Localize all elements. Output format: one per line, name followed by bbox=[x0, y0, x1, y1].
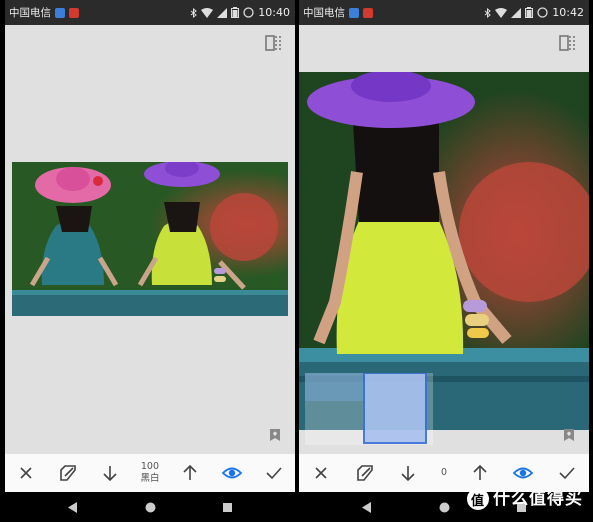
cancel-icon[interactable] bbox=[310, 462, 332, 484]
notification-icon bbox=[363, 7, 373, 18]
eye-icon[interactable] bbox=[512, 462, 534, 484]
signal-icon bbox=[511, 7, 522, 18]
up-arrow-icon[interactable] bbox=[179, 462, 201, 484]
carrier-label: 中国电信 bbox=[9, 7, 51, 19]
data-saver-icon bbox=[537, 7, 548, 18]
home-icon[interactable] bbox=[439, 502, 450, 513]
status-bar: 中国电信 10:40 bbox=[5, 0, 295, 25]
watermark-text: 什么值得买 bbox=[493, 489, 583, 509]
bluetooth-icon bbox=[484, 7, 492, 18]
effect-value-label: 黑白 bbox=[140, 473, 160, 484]
phone-screenshot-left: 中国电信 10:40 100 黑白 bbox=[5, 0, 295, 522]
back-icon[interactable] bbox=[68, 501, 78, 513]
snapseed-editor: 0 bbox=[299, 25, 589, 492]
mask-selection-overlay[interactable] bbox=[305, 373, 433, 445]
status-bar: 中国电信 10:42 bbox=[299, 0, 589, 25]
watermark-logo: 值 bbox=[467, 488, 489, 510]
phone-screenshot-right: 中国电信 10:42 0 值 什么值得买 bbox=[299, 0, 589, 522]
check-icon[interactable] bbox=[263, 462, 285, 484]
effect-value-number: 100 bbox=[140, 461, 160, 472]
brush-icon[interactable] bbox=[354, 462, 376, 484]
battery-icon bbox=[231, 7, 240, 18]
home-icon[interactable] bbox=[145, 502, 156, 513]
notification-icon bbox=[69, 7, 79, 18]
check-icon[interactable] bbox=[556, 462, 578, 484]
effect-value: 100 黑白 bbox=[140, 461, 159, 485]
eye-icon[interactable] bbox=[221, 462, 243, 484]
brush-icon[interactable] bbox=[57, 462, 79, 484]
carrier-label: 中国电信 bbox=[303, 7, 345, 19]
signal-icon bbox=[217, 7, 228, 18]
watermark: 值什么值得买 bbox=[467, 484, 583, 510]
bookmark-icon[interactable] bbox=[269, 428, 281, 442]
bottom-toolbar: 100 黑白 bbox=[5, 454, 295, 492]
cancel-icon[interactable] bbox=[15, 462, 37, 484]
data-saver-icon bbox=[243, 7, 254, 18]
snapseed-editor: 100 黑白 bbox=[5, 25, 295, 492]
compare-icon[interactable] bbox=[265, 34, 285, 52]
wifi-icon bbox=[495, 7, 508, 18]
android-nav-bar bbox=[5, 492, 295, 522]
battery-icon bbox=[525, 7, 534, 18]
edited-photo[interactable] bbox=[12, 162, 288, 316]
clock: 10:40 bbox=[258, 6, 290, 19]
effect-value-number: 0 bbox=[440, 467, 447, 478]
down-arrow-icon[interactable] bbox=[99, 462, 121, 484]
back-icon[interactable] bbox=[362, 501, 372, 513]
notification-icon bbox=[55, 7, 65, 18]
wifi-icon bbox=[201, 7, 214, 18]
bookmark-icon[interactable] bbox=[563, 428, 575, 442]
compare-icon[interactable] bbox=[559, 34, 579, 52]
recents-icon[interactable] bbox=[222, 502, 232, 512]
clock: 10:42 bbox=[552, 6, 584, 19]
down-arrow-icon[interactable] bbox=[397, 462, 419, 484]
effect-value: 0 bbox=[441, 467, 447, 479]
bluetooth-icon bbox=[190, 7, 198, 18]
up-arrow-icon[interactable] bbox=[469, 462, 491, 484]
notification-icon bbox=[349, 7, 359, 18]
